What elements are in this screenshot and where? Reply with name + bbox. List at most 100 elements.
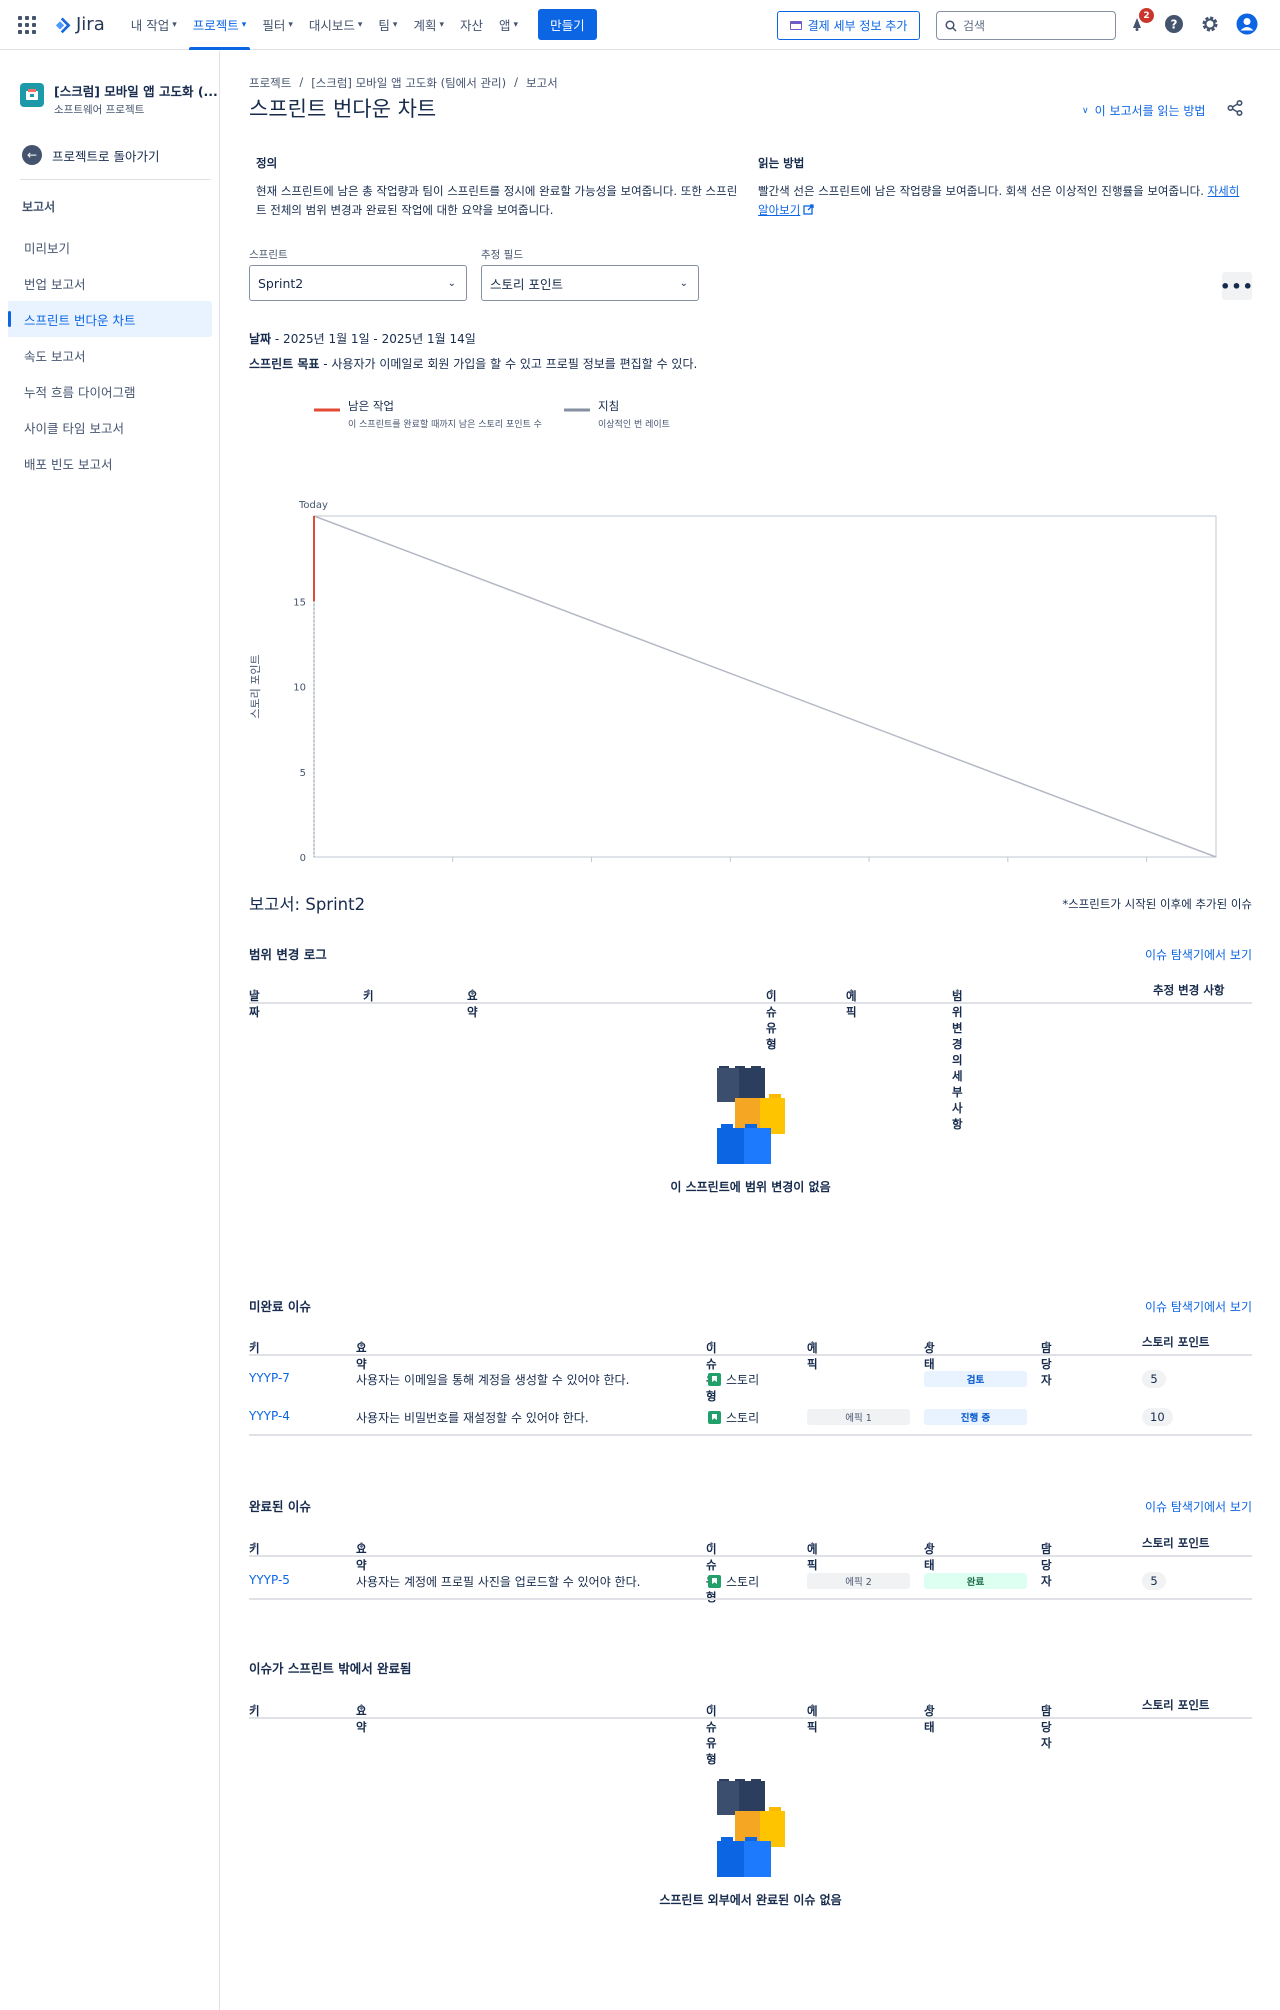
outside-empty-state: 스프린트 외부에서 완료된 이슈 없음 xyxy=(249,1779,1252,1908)
project-icon xyxy=(26,89,38,100)
sidebar-item-cumulative-flow[interactable]: 누적 흐름 다이어그램 xyxy=(0,373,212,409)
how-to-read-toggle[interactable]: ∨ 이 보고서를 읽는 방법 xyxy=(1082,102,1205,119)
col-story-points: 스토리 포인트 xyxy=(1142,1335,1210,1349)
page-title: 스프린트 번다운 차트 xyxy=(249,97,437,121)
reading-title: 읽는 방법 xyxy=(758,156,805,170)
nav-label: 필터 xyxy=(262,18,286,33)
breadcrumb-reports[interactable]: 보고서 xyxy=(526,75,558,91)
incomplete-view-link[interactable]: 이슈 탐색기에서 보기 xyxy=(1145,1298,1252,1315)
search-icon xyxy=(945,19,957,32)
definition-text: 현재 스프린트에 남은 총 작업량과 팀이 스프린트를 정시에 완료할 가능성을… xyxy=(256,184,738,217)
nav-filters[interactable]: 필터 ▾ xyxy=(254,0,301,50)
help-button[interactable]: ? xyxy=(1163,13,1185,35)
estimate-field-label: 추정 필드 xyxy=(481,249,523,261)
issue-type-label: 스토리 xyxy=(726,1575,760,1589)
back-label: 프로젝트로 돌아가기 xyxy=(52,148,160,164)
more-actions-button[interactable]: ••• xyxy=(1220,272,1254,300)
sprint-select-value: Sprint2 xyxy=(258,275,304,291)
nav-label: 자산 xyxy=(460,18,484,33)
nav-apps[interactable]: 앱 ▾ xyxy=(491,0,526,50)
sort-icon: ⬍ xyxy=(251,1541,258,1550)
epic-lozenge[interactable]: 에픽 1 xyxy=(807,1409,910,1425)
external-link-icon xyxy=(803,204,814,215)
legend-name: 지침 xyxy=(598,399,619,413)
sidebar: [스크럼] 모바일 앱 고도화 (... 소프트웨어 프로젝트 ← 프로젝트로 … xyxy=(0,51,220,2010)
back-to-project-link[interactable]: ← 프로젝트로 돌아가기 xyxy=(22,145,219,165)
issue-summary: 사용자는 비밀번호를 재설정할 수 있어야 한다. xyxy=(356,1411,589,1425)
col-issue-type-label: 이슈 유형 xyxy=(706,1704,717,1766)
search-input[interactable]: 검색 xyxy=(936,11,1116,40)
nav-dashboards[interactable]: 대시보드 ▾ xyxy=(301,0,371,50)
breadcrumb-projects[interactable]: 프로젝트 xyxy=(249,75,291,91)
sort-icon: ⬍ xyxy=(251,1340,258,1349)
app-switcher-icon[interactable] xyxy=(18,15,38,35)
sidebar-item-deployment-frequency[interactable]: 배포 빈도 보고서 xyxy=(0,445,212,481)
status-badge[interactable]: 검토 xyxy=(924,1371,1027,1387)
completed-header: 키⬍ 요약⬍ 이슈 유형⬍ 에픽⬍ 상태⬍ 담당자⬍ 스토리 포인트 xyxy=(249,1529,1252,1604)
sidebar-item-overview[interactable]: 미리보기 xyxy=(0,229,212,265)
estimate-select[interactable]: 스토리 포인트 ⌄ xyxy=(481,265,699,301)
sort-icon: ⬍ xyxy=(926,1340,933,1349)
col-estimate-change: 추정 변경 사항 xyxy=(1153,983,1225,997)
scope-log-view-link[interactable]: 이슈 탐색기에서 보기 xyxy=(1145,946,1252,963)
x-tick-label: Jan 13 xyxy=(1130,865,1162,866)
chevron-down-icon: ⌄ xyxy=(447,277,456,289)
nav-plans[interactable]: 계획 ▾ xyxy=(405,0,452,50)
sidebar-item-sprint-burndown[interactable]: 스프린트 번다운 차트 xyxy=(8,301,212,337)
chevron-down-icon: ▾ xyxy=(172,19,177,30)
x-tick-label: Jan 11 xyxy=(991,865,1023,866)
sidebar-item-burnup[interactable]: 번업 보고서 xyxy=(0,265,212,301)
story-icon xyxy=(708,1373,721,1386)
more-icon: ••• xyxy=(1220,276,1254,296)
table-row[interactable]: YYYP-5 사용자는 계정에 프로필 사진을 업로드할 수 있어야 한다. 스… xyxy=(249,1562,1252,1600)
user-avatar-icon xyxy=(1236,13,1258,35)
share-button[interactable] xyxy=(1226,99,1244,121)
lego-blocks-illustration xyxy=(716,1066,785,1164)
burndown-chart: 남은 작업이 스프린트를 완료할 때까지 남은 스토리 포인트 수 지침이상적인 … xyxy=(249,399,1217,866)
issue-summary: 사용자는 이메일을 통해 계정을 생성할 수 있어야 한다. xyxy=(356,1373,630,1387)
added-issues-note: *스프린트가 시작된 이후에 추가된 이슈 xyxy=(1062,897,1252,911)
breadcrumb-separator: / xyxy=(514,75,519,89)
nav-assets[interactable]: 자산 xyxy=(452,0,491,50)
issue-key-link[interactable]: YYYP-4 xyxy=(249,1409,290,1423)
breadcrumb-project[interactable]: [스크럼] 모바일 앱 고도화 (팀에서 관리) xyxy=(311,75,506,91)
completed-title: 완료된 이슈 xyxy=(249,1499,311,1514)
issue-type: 스토리 xyxy=(708,1409,759,1426)
sprint-select[interactable]: Sprint2 ⌄ xyxy=(249,265,467,301)
chevron-down-icon: ∨ xyxy=(1082,105,1089,116)
table-row[interactable]: YYYP-4 사용자는 비밀번호를 재설정할 수 있어야 한다. 스토리 에픽 … xyxy=(249,1398,1252,1436)
settings-button[interactable] xyxy=(1199,13,1221,35)
col-issue-type-label: 이슈 유형 xyxy=(766,989,777,1051)
profile-avatar[interactable] xyxy=(1236,13,1258,35)
nav-my-work[interactable]: 내 작업 ▾ xyxy=(123,0,185,50)
issue-key-link[interactable]: YYYP-7 xyxy=(249,1371,290,1385)
x-tick-label: Jan 07 xyxy=(714,865,746,866)
jira-logo[interactable]: Jira xyxy=(54,14,105,35)
report-title: 보고서: Sprint2 xyxy=(249,895,366,914)
table-row[interactable]: YYYP-7 사용자는 이메일을 통해 계정을 생성할 수 있어야 한다. 스토… xyxy=(249,1360,1252,1398)
nav-label: 대시보드 xyxy=(308,18,355,33)
nav-teams[interactable]: 팀 ▾ xyxy=(370,0,405,50)
legend-name: 남은 작업 xyxy=(348,399,394,413)
top-navigation: Jira 내 작업 ▾ 프로젝트 ▾ 필터 ▾ 대시보드 ▾ 팀 ▾ 계획 ▾ 자산 앱 ▾ … xyxy=(0,0,1280,50)
story-points-badge: 10 xyxy=(1142,1408,1173,1426)
jira-logo-icon xyxy=(55,17,71,33)
notification-badge: 2 xyxy=(1139,8,1154,23)
status-badge[interactable]: 완료 xyxy=(924,1573,1027,1589)
reading-block: 읽는 방법 빨간색 선은 스프린트에 남은 작업량을 보여줍니다. 회색 선은 … xyxy=(758,154,1252,220)
epic-lozenge[interactable]: 에픽 2 xyxy=(807,1573,910,1589)
add-billing-button[interactable]: 결제 세부 정보 추가 xyxy=(777,11,920,40)
y-tick-label: 15 xyxy=(293,597,306,608)
issue-key-link[interactable]: YYYP-5 xyxy=(249,1573,290,1587)
status-badge[interactable]: 진행 중 xyxy=(924,1409,1027,1425)
project-header[interactable]: [스크럼] 모바일 앱 고도화 (... 소프트웨어 프로젝트 xyxy=(0,51,219,117)
reading-text: 빨간색 선은 스프린트에 남은 작업량을 보여줍니다. 회색 선은 이상적인 진… xyxy=(758,184,1208,198)
completed-view-link[interactable]: 이슈 탐색기에서 보기 xyxy=(1145,1498,1252,1515)
create-button[interactable]: 만들기 xyxy=(538,9,597,40)
sidebar-item-velocity[interactable]: 속도 보고서 xyxy=(0,337,212,373)
outside-title: 이슈가 스프린트 밖에서 완료됨 xyxy=(249,1661,412,1676)
nav-projects[interactable]: 프로젝트 ▾ xyxy=(185,0,255,50)
credit-card-icon xyxy=(789,21,802,30)
sidebar-item-cycle-time[interactable]: 사이클 타임 보고서 xyxy=(0,409,212,445)
notifications-button[interactable]: 2 xyxy=(1126,8,1154,35)
